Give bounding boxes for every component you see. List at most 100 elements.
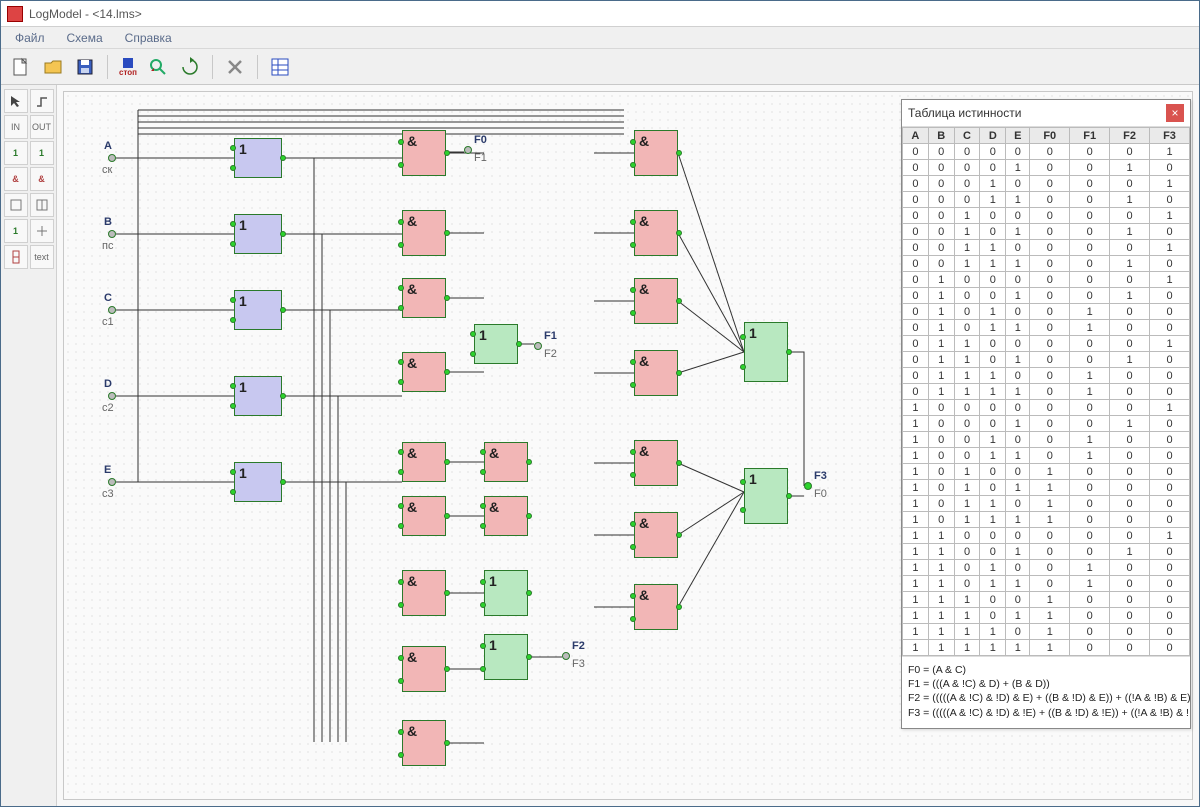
input-port[interactable] [108,306,116,314]
gate-or[interactable]: 1 [744,322,788,382]
gate-not[interactable]: 1 [234,214,282,254]
gate-pin [230,469,236,475]
menu-help[interactable]: Справка [115,29,182,47]
table-cell: 1 [954,496,980,512]
gate-or[interactable]: 1 [484,634,528,680]
gate-and[interactable]: & [634,584,678,630]
table-cell: 0 [980,544,1006,560]
gate-and[interactable]: & [402,352,446,392]
table-cell: 0 [1006,432,1030,448]
tool-or-left[interactable]: 1 [4,219,28,243]
refresh-button[interactable] [176,53,204,81]
table-cell: 1 [980,240,1006,256]
truth-table: ABCDEF0F1F2F3 00000000100001001000010000… [902,127,1190,656]
zoom-button[interactable] [144,53,172,81]
gate-and[interactable]: & [402,570,446,616]
input-sublabel: ск [102,164,112,176]
tool-and-right[interactable]: & [30,167,54,191]
gate-and[interactable]: & [634,210,678,256]
gate-or[interactable]: 1 [474,324,518,364]
stop-button[interactable]: стоп [116,53,140,81]
table-cell: 0 [954,560,980,576]
gate-and[interactable]: & [634,350,678,396]
output-label: F2 [572,640,585,652]
tool-wire[interactable] [30,89,54,113]
menu-file[interactable]: Файл [5,29,55,47]
table-cell: 1 [980,448,1006,464]
table-cell: 0 [1006,464,1030,480]
toolbar-sep [212,55,213,79]
save-file-button[interactable] [71,53,99,81]
gate-pin [630,242,636,248]
gate-and[interactable]: & [402,646,446,692]
open-folder-icon [43,57,63,77]
gate-or[interactable]: 1 [484,570,528,616]
table-cell: 0 [1110,512,1150,528]
output-port[interactable] [464,146,472,154]
delete-button[interactable] [221,53,249,81]
output-port[interactable] [534,342,542,350]
tool-input[interactable]: IN [4,115,28,139]
tool-block-b[interactable] [30,193,54,217]
titlebar[interactable]: LogModel - <14.lms> [1,1,1199,27]
gate-and[interactable]: & [402,278,446,318]
menu-scheme[interactable]: Схема [57,29,113,47]
tool-not-left[interactable]: 1 [4,141,28,165]
table-cell: 0 [1030,336,1070,352]
new-file-button[interactable] [7,53,35,81]
gate-and[interactable]: & [402,210,446,256]
input-port[interactable] [108,392,116,400]
input-port[interactable] [108,230,116,238]
gate-pin [676,298,682,304]
open-file-button[interactable] [39,53,67,81]
gate-and[interactable]: & [402,130,446,176]
gate-and[interactable]: & [484,442,528,482]
truth-table-panel[interactable]: Таблица истинности × ABCDEF0F1F2F3 00000… [901,99,1191,729]
close-button[interactable]: × [1166,104,1184,122]
input-port[interactable] [108,478,116,486]
gate-and[interactable]: & [634,440,678,486]
table-cell: 0 [1030,192,1070,208]
gate-or[interactable]: 1 [744,468,788,524]
tool-text[interactable]: text [30,245,54,269]
output-label: F3 [814,470,827,482]
gate-and[interactable]: & [402,496,446,536]
gate-not[interactable]: 1 [234,462,282,502]
gate-and[interactable]: & [484,496,528,536]
output-port[interactable] [562,652,570,660]
gate-pin [630,287,636,293]
gate-not[interactable]: 1 [234,376,282,416]
table-cell: 0 [1070,496,1110,512]
table-cell: 0 [954,176,980,192]
table-cell: 0 [1150,304,1190,320]
input-label: C [104,292,112,304]
delete-x-icon [226,58,244,76]
table-cell: 0 [928,208,954,224]
input-label: E [104,464,111,476]
table-cell: 0 [1030,528,1070,544]
truth-table-header[interactable]: Таблица истинности × [902,100,1190,127]
table-cell: 1 [980,576,1006,592]
truth-table-button[interactable] [266,53,294,81]
gate-and[interactable]: & [634,278,678,324]
output-port[interactable] [804,482,812,490]
table-cell: 1 [1006,256,1030,272]
tool-junction[interactable] [30,219,54,243]
tool-pointer[interactable] [4,89,28,113]
gate-not[interactable]: 1 [234,290,282,330]
gate-and[interactable]: & [402,720,446,766]
table-cell: 0 [1110,480,1150,496]
seven-seg-icon [9,250,23,264]
table-cell: 0 [1150,192,1190,208]
tool-and-left[interactable]: & [4,167,28,191]
gate-and[interactable]: & [634,130,678,176]
gate-and[interactable]: & [402,442,446,482]
table-cell: 0 [1030,176,1070,192]
gate-and[interactable]: & [634,512,678,558]
tool-output[interactable]: OUT [30,115,54,139]
input-port[interactable] [108,154,116,162]
gate-not[interactable]: 1 [234,138,282,178]
tool-block-a[interactable] [4,193,28,217]
tool-not-right[interactable]: 1 [30,141,54,165]
tool-display[interactable] [4,245,28,269]
